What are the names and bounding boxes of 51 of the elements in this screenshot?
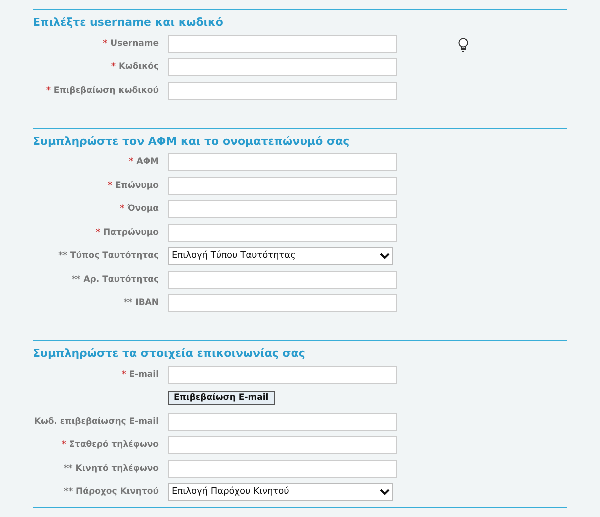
section-heading: Επιλέξτε username και κωδικό xyxy=(33,16,224,29)
section-heading: Συμπληρώστε τον ΑΦΜ και το ονοματεπώνυμό σας xyxy=(33,134,351,148)
required-marker: * xyxy=(62,440,66,450)
required-marker: ** xyxy=(124,298,133,308)
input-field[interactable] xyxy=(168,82,397,100)
required-marker: * xyxy=(122,370,126,380)
required-marker: * xyxy=(103,38,108,49)
input-field[interactable] xyxy=(168,200,397,218)
field-label: Κινητό τηλέφωνο xyxy=(76,464,159,474)
field-label: E-mail xyxy=(129,370,159,380)
input-field[interactable] xyxy=(168,270,397,289)
field-label: Κωδ. επιβεβαίωσης E-mail xyxy=(34,416,159,427)
input-field[interactable] xyxy=(168,436,397,454)
required-marker: * xyxy=(46,86,51,96)
required-marker: ** xyxy=(58,251,68,262)
field-label: Αρ. Ταυτότητας xyxy=(84,274,159,285)
field-label: Επώνυμο xyxy=(115,180,159,191)
input-field[interactable] xyxy=(168,58,397,76)
chevron-down-icon xyxy=(380,488,390,496)
field-label: ΑΦΜ xyxy=(136,157,159,168)
required-marker: * xyxy=(120,204,125,214)
field-label: Σταθερό τηλέφωνο xyxy=(69,440,159,450)
verify-email-button[interactable]: Επιβεβαίωση E-mail xyxy=(168,391,275,406)
required-marker: * xyxy=(96,228,101,238)
lightbulb-icon[interactable] xyxy=(458,38,469,53)
required-marker: * xyxy=(129,157,134,168)
input-field[interactable] xyxy=(168,294,397,312)
dropdown[interactable]: Επιλογή Τύπου Ταυτότητας xyxy=(168,247,393,266)
field-label: Κωδικός xyxy=(118,62,159,72)
input-field[interactable] xyxy=(168,460,397,478)
chevron-down-icon xyxy=(380,252,390,260)
field-label: Επιβεβαίωση κωδικού xyxy=(54,86,159,96)
required-marker: * xyxy=(108,180,112,191)
required-marker: * xyxy=(112,62,116,72)
field-label: IBAN xyxy=(136,298,159,308)
required-marker: ** xyxy=(64,487,74,498)
required-marker: ** xyxy=(64,464,73,474)
input-field[interactable] xyxy=(168,176,397,195)
dropdown[interactable]: Επιλογή Παρόχου Κινητού xyxy=(168,483,393,502)
field-label: Όνομα xyxy=(128,204,159,214)
input-field[interactable] xyxy=(168,366,397,384)
input-field[interactable] xyxy=(168,412,397,431)
input-field[interactable] xyxy=(168,224,397,242)
field-label: Τύπος Ταυτότητας xyxy=(70,251,159,262)
field-label: Πάροχος Κινητού xyxy=(76,487,159,498)
field-label: Πατρώνυμο xyxy=(104,228,159,238)
input-field[interactable] xyxy=(168,153,397,172)
input-field[interactable] xyxy=(168,34,397,53)
required-marker: ** xyxy=(72,274,81,285)
field-label: Username xyxy=(110,38,159,49)
section-heading: Συμπληρώστε τα στοιχεία επικοινωνίας σας xyxy=(33,347,306,360)
